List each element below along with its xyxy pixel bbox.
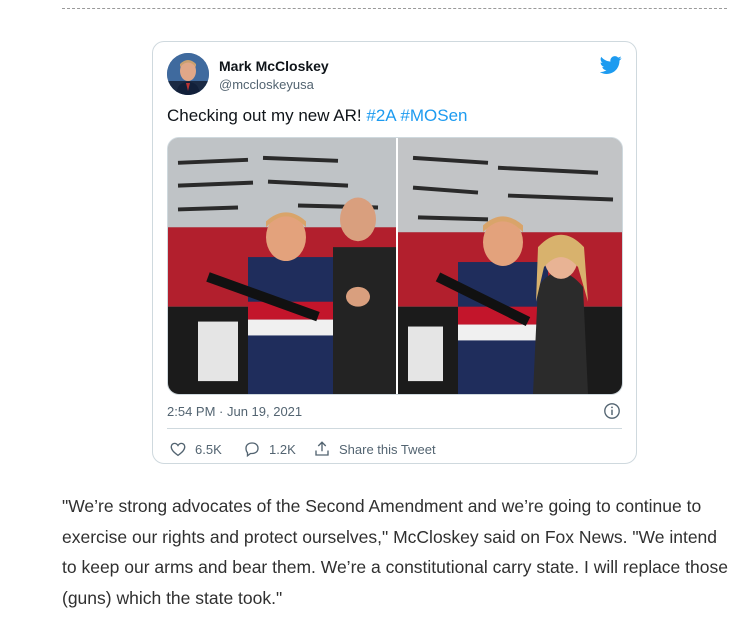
tweet-timestamp[interactable]: 2:54 PM · Jun 19, 2021 <box>167 404 302 419</box>
avatar-image <box>167 53 209 95</box>
share-button[interactable]: Share this Tweet <box>313 439 436 459</box>
author-name[interactable]: Mark McCloskey <box>219 58 329 74</box>
share-label: Share this Tweet <box>339 441 436 457</box>
reply-button[interactable]: 1.2K <box>243 439 296 459</box>
hashtag-2a[interactable]: #2A <box>366 106 395 125</box>
tweet-body: Checking out my new AR! <box>167 106 367 125</box>
photo-left[interactable] <box>168 138 396 394</box>
reply-icon <box>245 442 259 458</box>
embedded-tweet[interactable]: Mark McCloskey @mccloskeyusa Checking ou… <box>152 41 637 464</box>
share-icon <box>315 441 329 456</box>
action-divider <box>167 428 622 429</box>
top-divider <box>62 8 727 9</box>
twitter-bird-icon[interactable] <box>600 54 622 76</box>
reply-count: 1.2K <box>269 441 296 457</box>
photo-right[interactable] <box>398 138 623 394</box>
tweet-text: Checking out my new AR! #2A #MOSen <box>167 106 468 126</box>
author-handle[interactable]: @mccloskeyusa <box>219 77 314 92</box>
article-paragraph: "We’re strong advocates of the Second Am… <box>62 496 728 608</box>
info-icon[interactable] <box>603 402 621 420</box>
hashtag-mosen[interactable]: #MOSen <box>400 106 467 125</box>
heart-icon <box>170 442 186 457</box>
avatar[interactable] <box>167 53 209 95</box>
like-button[interactable]: 6.5K <box>169 439 222 459</box>
like-count: 6.5K <box>195 441 222 457</box>
tweet-photos[interactable] <box>167 137 623 395</box>
